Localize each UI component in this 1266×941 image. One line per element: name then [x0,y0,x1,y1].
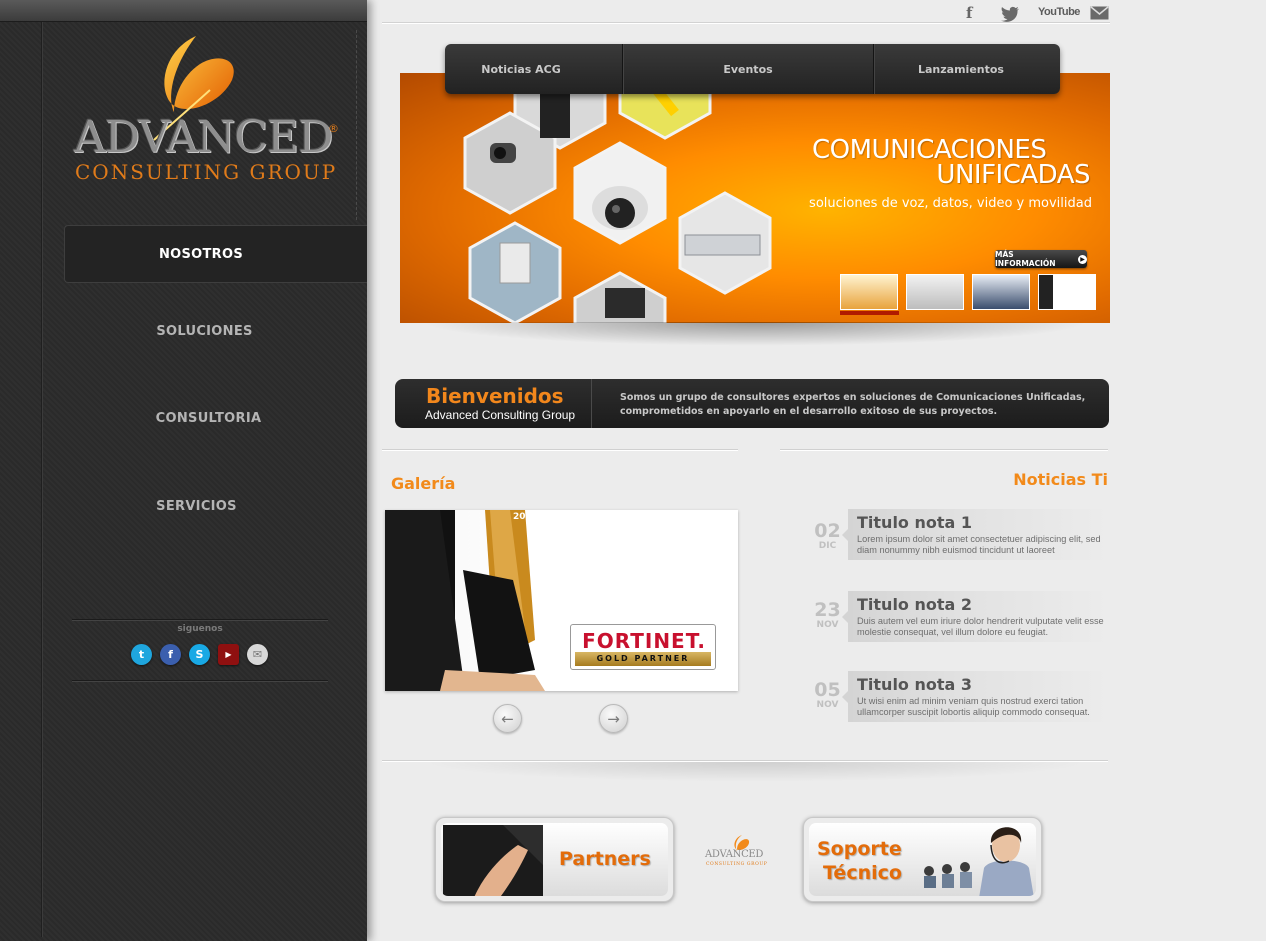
news-item-text: Duis autem vel eum iriure dolor hendreri… [857,616,1104,637]
nav-soluciones[interactable]: SOLUCIONES [68,302,371,360]
news-item-title[interactable]: Titulo nota 3 [857,675,972,694]
award-year: 2003 [513,512,539,522]
nav-consultoria[interactable]: CONSULTORIA [72,389,375,447]
news-title: Noticias Ti [1013,470,1108,489]
gallery-title: Galería [391,474,456,493]
news-date: 23 NOV [810,599,845,631]
news-item[interactable]: Titulo nota 3 Ut wisi enim ad minim veni… [842,671,1110,722]
logo[interactable]: ADVANCED ® CONSULTING GROUP [70,30,345,190]
tab-eventos[interactable]: Eventos [622,44,873,94]
news-month: NOV [816,700,839,710]
follow-divider-bottom [72,680,328,681]
banner-title-line2: UNIFICADAS [936,160,1090,190]
news-tab-bar: Noticias ACG Eventos Lanzamientos [445,44,1060,94]
twitter-icon[interactable]: t [131,644,152,665]
hero-banner[interactable]: COMUNICACIONES UNIFICADAS soluciones de … [400,73,1110,323]
banner-subtitle: soluciones de voz, datos, video y movili… [809,196,1092,211]
logo-subtitle: CONSULTING GROUP [75,160,338,184]
banner-thumb-1[interactable] [840,274,898,310]
more-info-button[interactable]: MÁS INFORMACIÓN ▶ [995,250,1087,268]
news-date: 02 DIC [810,520,845,552]
banner-thumb-indicator [840,311,899,315]
welcome-subtitle: Advanced Consulting Group [425,408,576,422]
skype-icon[interactable]: S [189,644,210,665]
fortinet-logo: FORTINET. [582,629,706,653]
partners-button[interactable]: Partners [435,817,674,902]
news-item-text: Lorem ipsum dolor sit amet consectetuer … [857,534,1101,555]
news-item-title[interactable]: Titulo nota 2 [857,595,972,614]
news-item[interactable]: Titulo nota 2 Duis autem vel eum iriure … [842,591,1110,642]
facebook-icon[interactable]: f [966,4,972,22]
gallery-next-button[interactable]: → [599,704,628,733]
news-day: 23 [814,599,841,621]
gallery-prev-button[interactable]: ← [493,704,522,733]
logo-title: ADVANCED [74,112,333,163]
gold-partner-label: GOLD PARTNER [575,652,711,666]
fortinet-badge: FORTINET. GOLD PARTNER [570,624,716,670]
welcome-bar: Bienvenidos Advanced Consulting Group So… [395,379,1109,428]
support-panel: Soporte Técnico [809,823,1036,896]
footer-shadow [420,762,1090,782]
nav-label: SERVICIOS [156,498,237,514]
banner-shadow [420,322,1090,346]
mail-icon[interactable]: ✉ [247,644,268,665]
partners-label: Partners [559,848,651,870]
arrow-left-icon: ← [501,709,514,728]
support-agent-image [924,827,1034,896]
handshake-image [443,825,543,896]
follow-divider-top [72,619,328,620]
play-icon: ▶ [1078,254,1087,264]
nav-label: SOLUCIONES [156,323,253,339]
youtube-icon[interactable]: ▶ [218,644,239,665]
mail-icon[interactable] [1090,6,1109,24]
news-month: DIC [818,541,837,551]
news-item-text: Ut wisi enim ad minim veniam quis nostru… [857,696,1090,717]
footer-divider [382,760,1108,761]
tab-lanzamientos[interactable]: Lanzamientos [873,44,1060,94]
sidebar-dashed-divider [356,30,357,220]
footer-logo-subtitle: CONSULTING GROUP [706,862,768,867]
news-item[interactable]: Titulo nota 1 Lorem ipsum dolor sit amet… [842,509,1110,560]
welcome-text: Somos un grupo de consultores expertos e… [620,392,1086,417]
news-day: 02 [814,520,841,542]
news-item-title[interactable]: Titulo nota 1 [857,513,972,532]
support-button[interactable]: Soporte Técnico [803,817,1042,902]
news-date: 05 NOV [810,679,845,711]
welcome-title: Bienvenidos [426,384,564,408]
more-info-label: MÁS INFORMACIÓN [995,250,1056,268]
footer-logo-title: ADVANCED [705,849,764,860]
tab-noticias-acg[interactable]: Noticias ACG [445,44,622,94]
nav-label: NOSOTROS [158,246,244,262]
sidebar: ADVANCED ® CONSULTING GROUP NOSOTROS SOL… [0,0,367,941]
twitter-icon[interactable] [1001,5,1020,23]
sidebar-top-bar [0,0,367,22]
follow-icons: t f S ▶ ✉ [131,644,268,665]
welcome-divider [591,379,592,428]
gallery-image[interactable]: 2003 FORTINET. GOLD PARTNER [385,510,738,691]
follow-label: siguenos [177,624,223,634]
arrow-right-icon: → [607,709,620,728]
footer-logo: ADVANCED CONSULTING GROUP [700,834,775,874]
logo-registered-mark: ® [328,122,339,135]
banner-thumb-2[interactable] [906,274,964,310]
news-month: NOV [816,620,839,630]
nav-servicios[interactable]: SERVICIOS [60,477,363,535]
support-label-line1: Soporte [817,838,902,860]
support-label-line2: Técnico [823,862,902,884]
banner-thumb-4[interactable] [1038,274,1096,310]
sidebar-divider [41,22,42,937]
nav-nosotros[interactable]: NOSOTROS [64,225,367,283]
nav-label: CONSULTORIA [155,410,262,426]
partners-panel: Partners [441,823,668,896]
news-day: 05 [814,679,841,701]
gallery-divider [382,449,738,450]
youtube-icon[interactable]: YouTube [1038,6,1080,24]
news-divider [780,449,1108,450]
banner-thumb-3[interactable] [972,274,1030,310]
facebook-icon[interactable]: f [160,644,181,665]
